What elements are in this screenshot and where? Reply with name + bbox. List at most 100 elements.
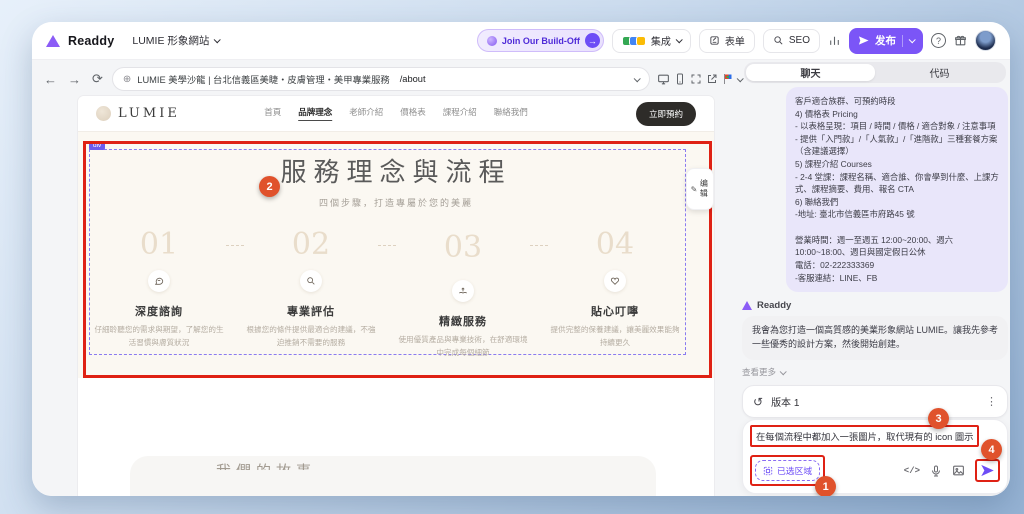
step-title: 精緻服務 — [396, 313, 530, 329]
site-header: LUMIE 首頁 品牌理念 老師介紹 價格表 課程介紹 聯絡我們 立即預約 — [78, 96, 714, 132]
top-toolbar: Readdy LUMIE 形象網站 Join Our Build-Off → 集… — [32, 22, 1010, 60]
search-icon — [773, 35, 784, 46]
integrations-dropdown[interactable]: 集成 — [612, 29, 691, 53]
nav-item-philosophy[interactable]: 品牌理念 — [298, 106, 332, 121]
chat-input-card: 在每個流程中都加入一張圖片，取代現有的 icon 圖示 已选区域 1 </> — [742, 419, 1008, 494]
nav-item-courses[interactable]: 課程介紹 — [443, 106, 477, 121]
section-subtitle: 四個步驟，打造專屬於您的美麗 — [78, 196, 714, 209]
chevron-down-icon — [214, 36, 221, 43]
voice-input-button[interactable] — [930, 465, 942, 477]
project-switcher[interactable]: LUMIE 形象網站 — [132, 33, 219, 48]
chat-panel: 聊天 代码 客戶適合族群、可預約時段 4) 價格表 Pricing - 以表格呈… — [742, 62, 1008, 494]
step-1: 01 深度諮詢 仔細聆聽您的需求與期望，了解您的生活習慣與膚質狀況 — [92, 230, 226, 349]
avatar[interactable] — [975, 30, 996, 51]
user-message-bubble: 客戶適合族群、可預約時段 4) 價格表 Pricing - 以表格呈現：項目 /… — [786, 87, 1008, 292]
mobile-view-button[interactable] — [674, 73, 686, 85]
readdy-logo-icon — [46, 35, 60, 47]
kebab-menu-icon[interactable]: ⋮ — [986, 395, 997, 408]
selected-area-chip[interactable]: 已选区域 — [755, 460, 820, 481]
book-now-button[interactable]: 立即預約 — [636, 102, 696, 126]
image-icon — [952, 464, 965, 477]
seo-button[interactable]: SEO — [763, 29, 820, 53]
annotation-circle-1: 1 — [815, 476, 836, 496]
site-brand: LUMIE — [118, 106, 180, 121]
version-label: 版本 1 — [771, 394, 799, 409]
monitor-icon — [657, 73, 670, 86]
globe-icon: ⊕ — [123, 74, 131, 85]
selection-area-icon — [763, 466, 773, 476]
refresh-button[interactable]: ⟳ — [90, 71, 105, 87]
open-external-button[interactable] — [706, 73, 718, 85]
tab-code[interactable]: 代码 — [875, 64, 1004, 81]
build-off-label: Join Our Build-Off — [502, 36, 580, 46]
site-preview-canvas: LUMIE 首頁 品牌理念 老師介紹 價格表 課程介紹 聯絡我們 立即預約 di… — [78, 96, 714, 496]
assistant-header: Readdy — [742, 300, 1008, 311]
chevron-down-icon — [909, 36, 916, 43]
preview-browser-toolbar: ← → ⟳ ⊕ LUMIE 美學沙龍 | 台北信義區美睫・皮膚管理・美甲專業服務… — [42, 65, 742, 93]
chat-input-text[interactable]: 在每個流程中都加入一張圖片，取代現有的 icon 圖示 — [756, 429, 973, 443]
help-button[interactable]: ? — [931, 33, 946, 48]
heart-icon — [604, 270, 626, 292]
annotation-rect-chip: 已选区域 1 — [750, 455, 825, 486]
readdy-logo-icon — [742, 301, 752, 310]
url-bar[interactable]: ⊕ LUMIE 美學沙龍 | 台北信義區美睫・皮膚管理・美甲專業服務 /abou… — [112, 67, 650, 91]
step-desc: 提供完整的保養建議，讓美麗效果能夠持續更久 — [548, 324, 682, 349]
process-steps: 01 深度諮詢 仔細聆聽您的需求與期望，了解您的生活習慣與膚質狀況 02 專業評… — [92, 230, 682, 359]
framework-dropdown[interactable] — [722, 73, 742, 85]
input-toolbar: 已选区域 1 </> — [750, 455, 1000, 486]
publish-label: 发布 — [875, 33, 896, 48]
site-logo[interactable]: LUMIE — [96, 106, 180, 121]
annotation-circle-4: 4 — [981, 439, 1002, 460]
step-desc: 根據您的條件提供最適合的建議，不強迫推銷不需要的服務 — [244, 324, 378, 349]
gift-button[interactable] — [954, 34, 967, 47]
build-off-button[interactable]: Join Our Build-Off → — [477, 29, 604, 52]
phone-icon — [674, 73, 686, 85]
next-section-card: 我們的故事 — [130, 456, 656, 496]
see-more-label: 查看更多 — [742, 366, 776, 378]
chevron-down-icon — [634, 75, 641, 82]
tab-chat[interactable]: 聊天 — [746, 64, 875, 81]
paper-plane-icon — [858, 35, 869, 46]
attach-image-button[interactable] — [952, 464, 965, 477]
step-desc: 使用優質產品與專業技術，在舒適環境中完成每個細節 — [396, 334, 530, 359]
desktop-view-button[interactable] — [657, 73, 670, 86]
version-card[interactable]: ↺ 版本 1 ⋮ 3 — [742, 385, 1008, 418]
back-button[interactable]: ← — [42, 72, 59, 87]
microphone-icon — [930, 465, 942, 477]
publish-button[interactable]: 发布 — [849, 28, 923, 54]
page-path: /about — [400, 74, 426, 84]
edit-label: 编辑 — [698, 179, 709, 199]
nav-item-pricing[interactable]: 價格表 — [400, 106, 426, 121]
nav-item-home[interactable]: 首頁 — [264, 106, 281, 121]
step-3: 精緻服務 使用優質產品與專業技術，在舒適環境中完成每個細節 03 — [396, 230, 530, 359]
step-4: 04 貼心叮嚀 提供完整的保養建議，讓美麗效果能夠持續更久 — [548, 230, 682, 349]
forward-button[interactable]: → — [66, 72, 83, 87]
page-title-text: LUMIE 美學沙龍 | 台北信義區美睫・皮膚管理・美甲專業服務 — [137, 72, 389, 86]
integration-logos-icon — [622, 36, 646, 46]
annotation-circle-3: 3 — [928, 408, 949, 429]
next-section-heading-clipped: 我們的故事 — [216, 460, 316, 470]
annotation-rect-send: 4 — [975, 459, 1000, 482]
nav-item-contact[interactable]: 聯絡我們 — [494, 106, 528, 121]
sparkle-icon — [487, 36, 497, 46]
step-separator — [226, 245, 244, 246]
analytics-button[interactable] — [828, 34, 841, 47]
section-title: 服務理念與流程 — [78, 152, 714, 189]
pencil-icon: ✎ — [691, 185, 698, 194]
selected-area-label: 已选区域 — [777, 464, 812, 477]
send-button[interactable] — [980, 463, 995, 478]
edit-element-button[interactable]: ✎ 编辑 — [686, 168, 714, 210]
site-logo-mark-icon — [96, 106, 111, 121]
see-more-link[interactable]: 查看更多 — [742, 366, 1008, 378]
bar-chart-icon — [828, 34, 841, 47]
app-window: Readdy LUMIE 形象網站 Join Our Build-Off → 集… — [32, 22, 1010, 496]
form-button[interactable]: 表单 — [699, 29, 755, 53]
fullscreen-button[interactable] — [690, 73, 702, 85]
nav-item-teachers[interactable]: 老師介紹 — [349, 106, 383, 121]
content-area: ← → ⟳ ⊕ LUMIE 美學沙龍 | 台北信義區美睫・皮膚管理・美甲專業服務… — [32, 60, 1010, 496]
assistant-name: Readdy — [757, 300, 791, 311]
code-snippet-button[interactable]: </> — [904, 466, 920, 476]
arrow-right-icon: → — [585, 33, 600, 48]
step-number: 01 — [92, 230, 226, 260]
chevron-down-icon — [780, 368, 787, 375]
